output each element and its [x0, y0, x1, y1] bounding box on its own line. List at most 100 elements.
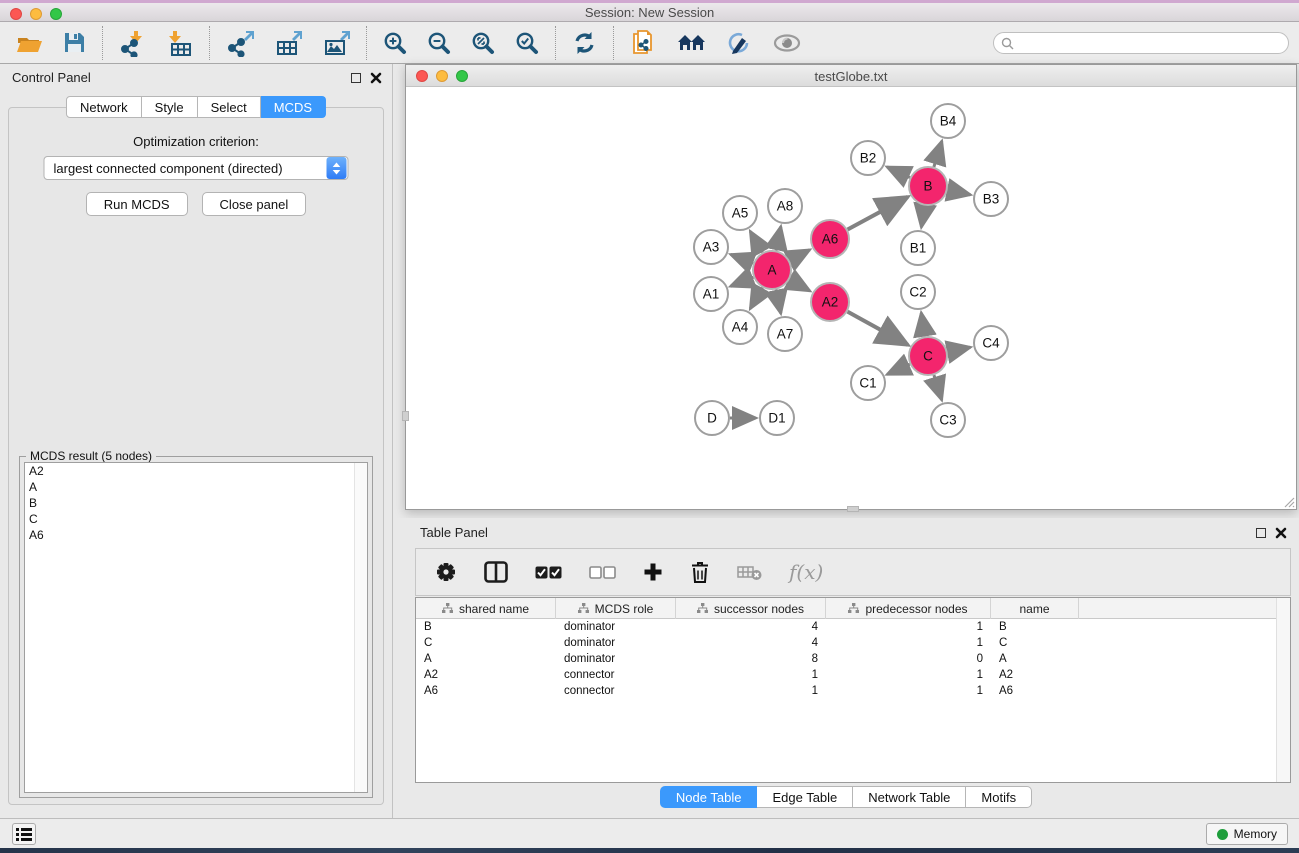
gear-icon[interactable] — [435, 561, 457, 583]
edge-A6-B[interactable] — [848, 197, 908, 230]
node-A4[interactable]: A4 — [723, 310, 757, 344]
node-A[interactable]: A — [753, 251, 791, 289]
edge-A-A6[interactable] — [790, 250, 810, 261]
table-import-icon[interactable] — [167, 29, 193, 57]
edge-C-C3[interactable] — [934, 375, 942, 400]
search-input[interactable] — [1018, 36, 1268, 50]
vertical-scroll-grip[interactable] — [402, 411, 409, 421]
zoom-check-icon[interactable] — [515, 31, 539, 55]
edge-C-C4[interactable] — [948, 347, 971, 352]
edge-A-A5[interactable] — [750, 231, 762, 252]
table-close-panel-icon[interactable] — [1275, 527, 1287, 539]
node-A6[interactable]: A6 — [811, 220, 849, 258]
node-A7[interactable]: A7 — [768, 317, 802, 351]
floppy-save-icon[interactable] — [63, 31, 86, 54]
memory-button[interactable]: Memory — [1206, 823, 1288, 845]
column-header-shared-name[interactable]: shared name — [416, 598, 556, 619]
close-panel-button[interactable]: Close panel — [202, 192, 307, 216]
edge-A-A3[interactable] — [731, 254, 754, 263]
tab-edge-table[interactable]: Edge Table — [757, 786, 853, 808]
tab-style[interactable]: Style — [142, 96, 198, 118]
node-D[interactable]: D — [695, 401, 729, 435]
edge-A-A8[interactable] — [776, 227, 781, 251]
node-A3[interactable]: A3 — [694, 230, 728, 264]
table-float-panel-icon[interactable] — [1256, 528, 1266, 538]
node-C3[interactable]: C3 — [931, 403, 965, 437]
double-home-icon[interactable] — [677, 32, 707, 54]
table-row[interactable]: Bdominator41B — [416, 619, 1276, 635]
column-header-name[interactable]: name — [991, 598, 1079, 619]
split-columns-icon[interactable] — [484, 561, 508, 583]
result-item[interactable]: A2 — [25, 463, 367, 479]
node-B2[interactable]: B2 — [851, 141, 885, 175]
refresh-icon[interactable] — [572, 31, 597, 55]
trash-icon[interactable] — [690, 561, 710, 583]
resize-grip-icon[interactable] — [1282, 495, 1295, 508]
edge-A-A2[interactable] — [790, 280, 810, 291]
edge-A2-C[interactable] — [848, 312, 908, 345]
node-B3[interactable]: B3 — [974, 182, 1008, 216]
search-field[interactable] — [993, 32, 1289, 54]
column-header-predecessor-nodes[interactable]: predecessor nodes — [826, 598, 991, 619]
checked-boxes-icon[interactable] — [535, 566, 562, 579]
node-table[interactable]: shared nameMCDS rolesuccessor nodesprede… — [415, 597, 1291, 783]
task-history-button[interactable] — [12, 823, 36, 845]
tab-motifs[interactable]: Motifs — [966, 786, 1032, 808]
zoom-fit-icon[interactable] — [471, 31, 495, 55]
edge-A-A7[interactable] — [776, 290, 781, 314]
plus-icon[interactable] — [643, 562, 663, 582]
result-item[interactable]: A6 — [25, 527, 367, 543]
criterion-select[interactable]: largest connected component (directed) — [44, 156, 349, 180]
node-A1[interactable]: A1 — [694, 277, 728, 311]
grid-delete-icon[interactable] — [737, 563, 762, 581]
tab-select[interactable]: Select — [198, 96, 261, 118]
float-panel-icon[interactable] — [351, 73, 361, 83]
node-A5[interactable]: A5 — [723, 196, 757, 230]
edge-B-B1[interactable] — [921, 206, 924, 228]
node-B4[interactable]: B4 — [931, 104, 965, 138]
result-item[interactable]: B — [25, 495, 367, 511]
edge-B-B4[interactable] — [934, 141, 942, 167]
node-C2[interactable]: C2 — [901, 275, 935, 309]
function-fx-icon[interactable]: f(x) — [789, 560, 823, 584]
edge-B-B2[interactable] — [887, 167, 910, 178]
network-canvas[interactable]: B4B2BB3B1A5A8A6A3AA1C2A2A4A7C4CC1C3DD1 — [406, 87, 1296, 509]
network-graph[interactable]: B4B2BB3B1A5A8A6A3AA1C2A2A4A7C4CC1C3DD1 — [406, 87, 1296, 509]
table-row[interactable]: A6connector11A6 — [416, 683, 1276, 699]
node-C4[interactable]: C4 — [974, 326, 1008, 360]
table-row[interactable]: Cdominator41C — [416, 635, 1276, 651]
table-row[interactable]: A2connector11A2 — [416, 667, 1276, 683]
close-panel-icon[interactable] — [370, 72, 382, 84]
table-row[interactable]: Adominator80A — [416, 651, 1276, 667]
result-item[interactable]: A — [25, 479, 367, 495]
zoom-out-icon[interactable] — [427, 31, 451, 55]
node-B[interactable]: B — [909, 167, 947, 205]
folder-open-icon[interactable] — [16, 31, 43, 54]
result-item[interactable]: C — [25, 511, 367, 527]
node-B1[interactable]: B1 — [901, 231, 935, 265]
network-window-titlebar[interactable]: testGlobe.txt — [406, 65, 1296, 87]
tab-mcds[interactable]: MCDS — [261, 96, 326, 118]
table-scrollbar[interactable] — [1276, 598, 1290, 782]
node-D1[interactable]: D1 — [760, 401, 794, 435]
edge-C-C1[interactable] — [887, 364, 910, 374]
zoom-in-icon[interactable] — [383, 31, 407, 55]
network-export-icon[interactable] — [226, 29, 254, 57]
edge-B-B3[interactable] — [948, 190, 971, 195]
node-A2[interactable]: A2 — [811, 283, 849, 321]
tab-node-table[interactable]: Node Table — [660, 786, 758, 808]
mcds-result-list[interactable]: A2ABCA6 — [24, 462, 368, 793]
run-mcds-button[interactable]: Run MCDS — [86, 192, 188, 216]
pen-circle-icon[interactable] — [727, 31, 753, 55]
column-header-MCDS-role[interactable]: MCDS role — [556, 598, 676, 619]
edge-A-A1[interactable] — [731, 277, 754, 286]
document-network-icon[interactable] — [630, 29, 657, 57]
eye-icon[interactable] — [773, 34, 801, 52]
tab-network-table[interactable]: Network Table — [853, 786, 966, 808]
table-export-icon[interactable] — [274, 29, 302, 57]
unchecked-boxes-icon[interactable] — [589, 566, 616, 579]
result-scrollbar[interactable] — [354, 463, 367, 792]
image-export-icon[interactable] — [322, 29, 350, 57]
tab-network[interactable]: Network — [66, 96, 142, 118]
column-header-successor-nodes[interactable]: successor nodes — [676, 598, 826, 619]
